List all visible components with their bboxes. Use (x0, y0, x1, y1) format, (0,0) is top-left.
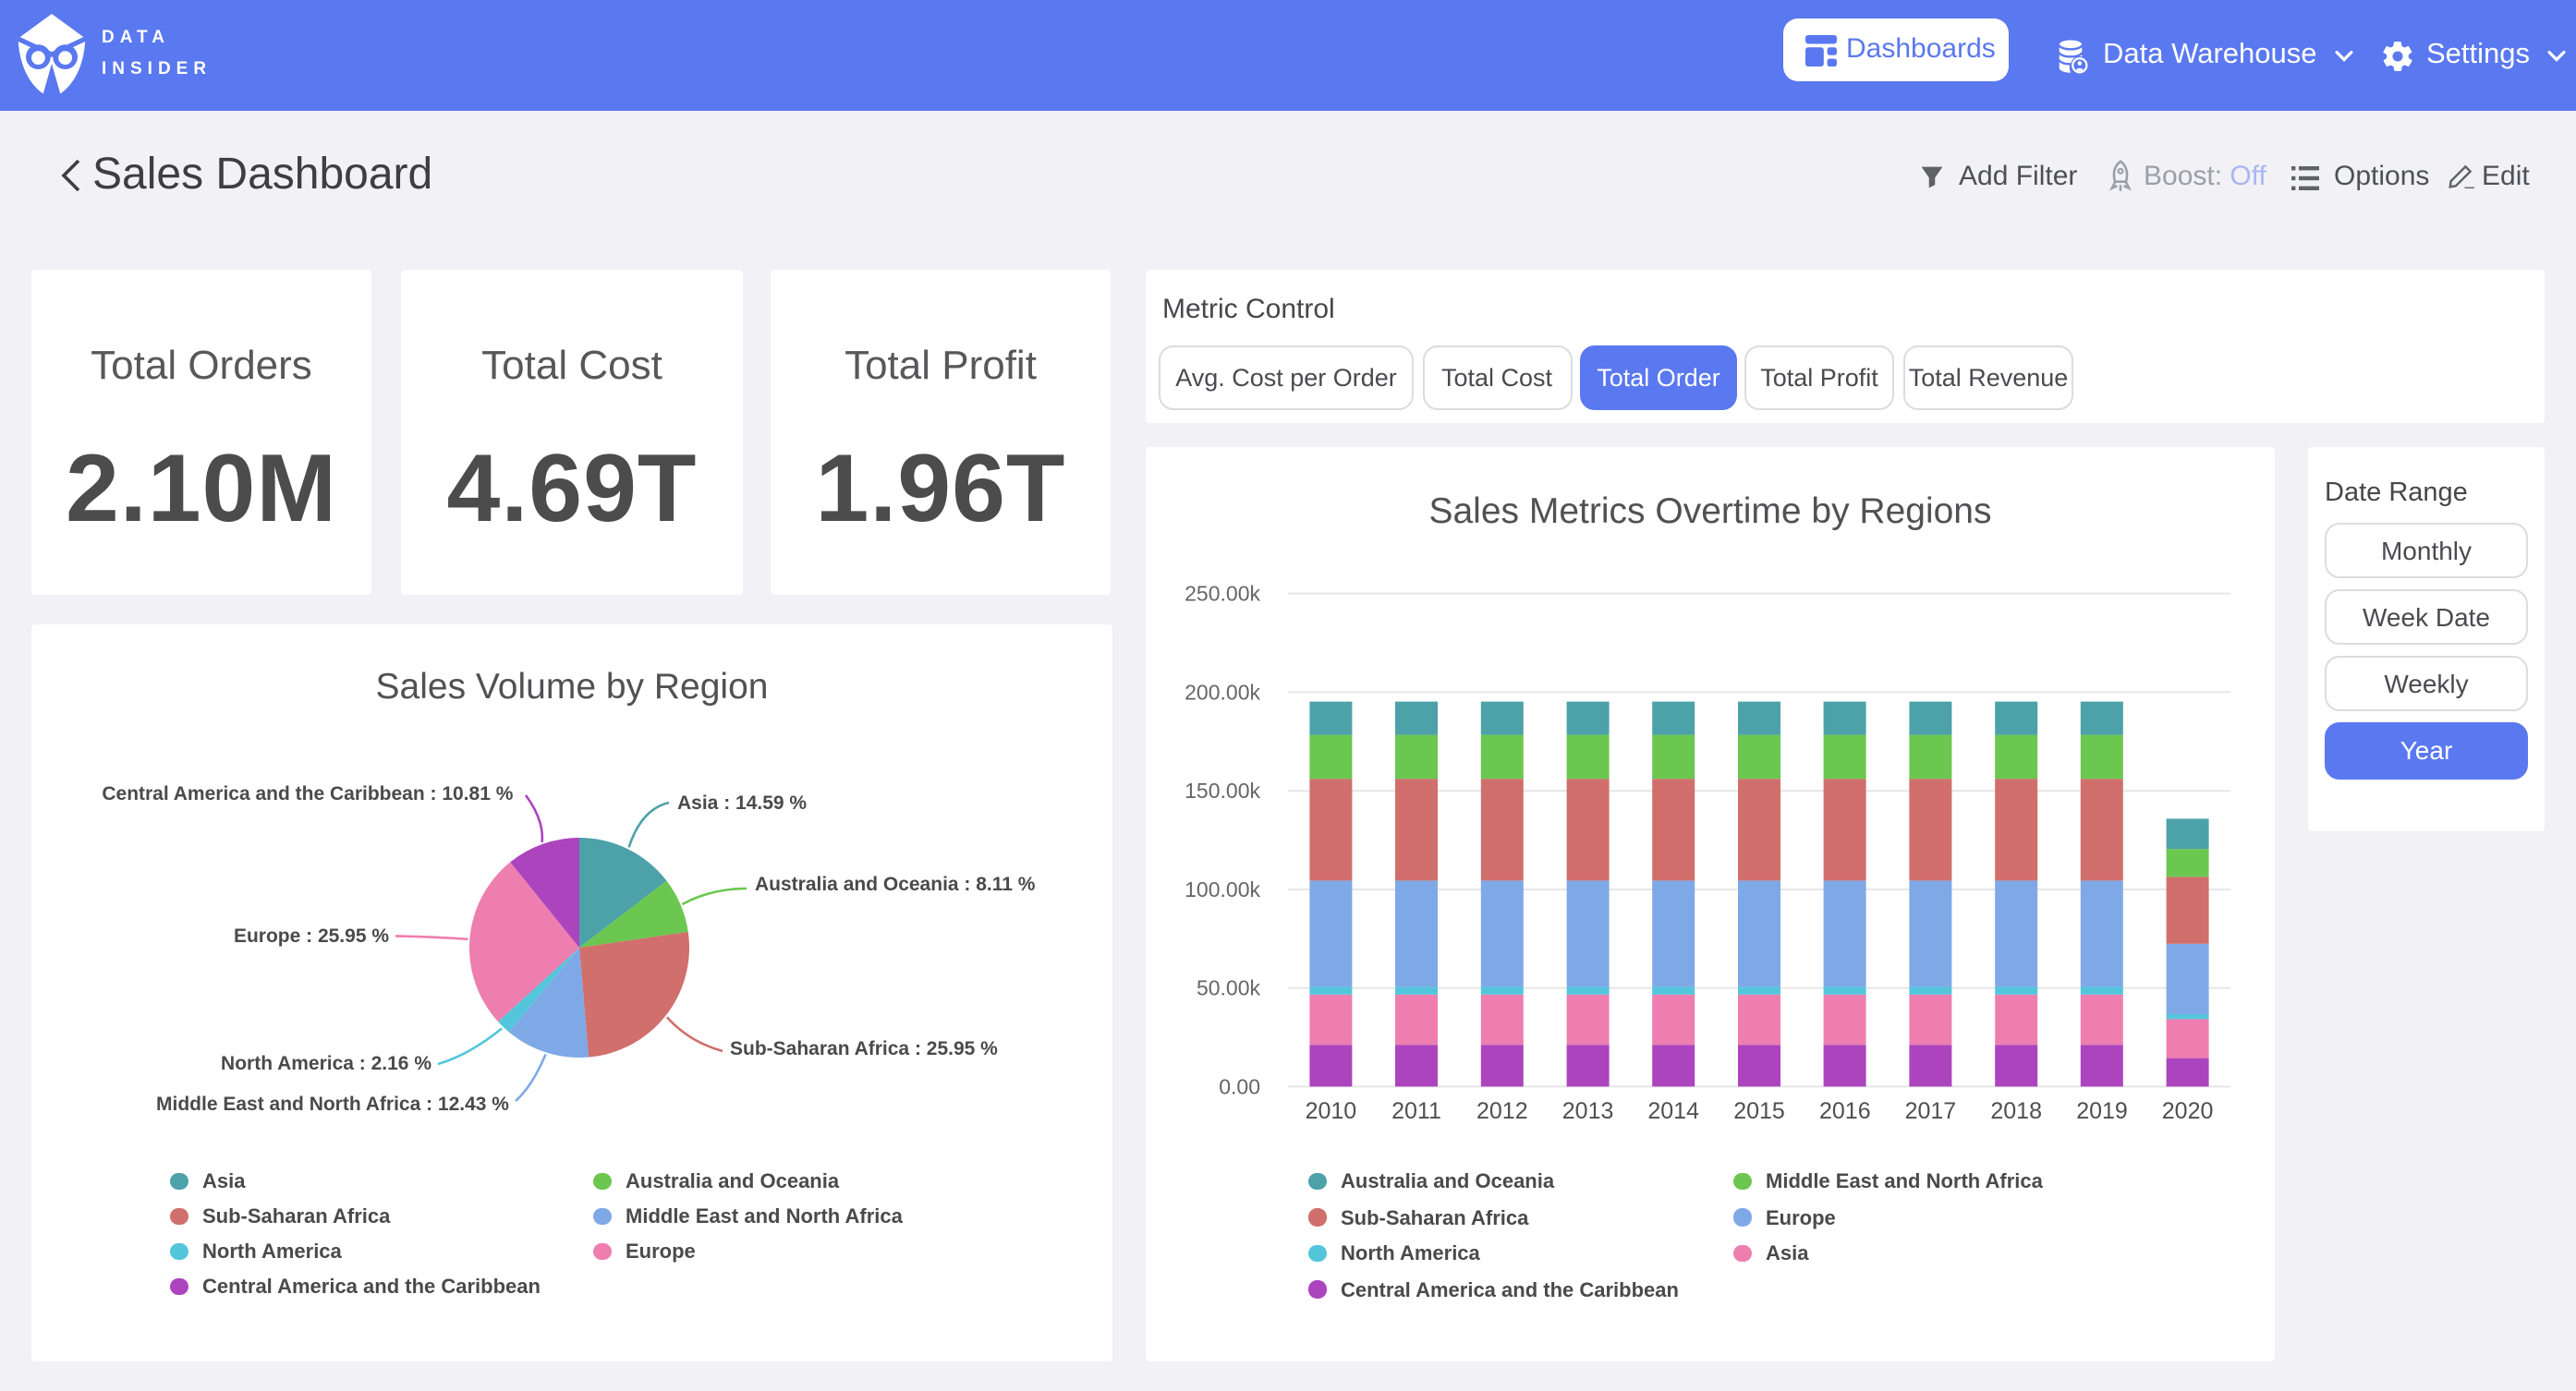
svg-text:250.00k: 250.00k (1185, 582, 1260, 606)
svg-text:2013: 2013 (1562, 1098, 1614, 1124)
svg-text:2018: 2018 (1990, 1098, 2042, 1124)
svg-text:2017: 2017 (1905, 1098, 1957, 1124)
svg-text:150.00k: 150.00k (1185, 779, 1260, 803)
svg-text:2016: 2016 (1819, 1098, 1871, 1124)
svg-text:2012: 2012 (1476, 1098, 1528, 1124)
svg-text:2010: 2010 (1306, 1098, 1357, 1124)
svg-text:50.00k: 50.00k (1197, 976, 1261, 1000)
svg-text:2020: 2020 (2162, 1098, 2214, 1124)
svg-text:2015: 2015 (1733, 1098, 1785, 1124)
svg-text:2011: 2011 (1391, 1098, 1441, 1124)
svg-text:100.00k: 100.00k (1185, 877, 1260, 901)
svg-text:200.00k: 200.00k (1185, 680, 1260, 704)
svg-text:2014: 2014 (1647, 1098, 1699, 1124)
svg-text:2019: 2019 (2076, 1098, 2128, 1124)
svg-text:0.00: 0.00 (1219, 1074, 1260, 1098)
